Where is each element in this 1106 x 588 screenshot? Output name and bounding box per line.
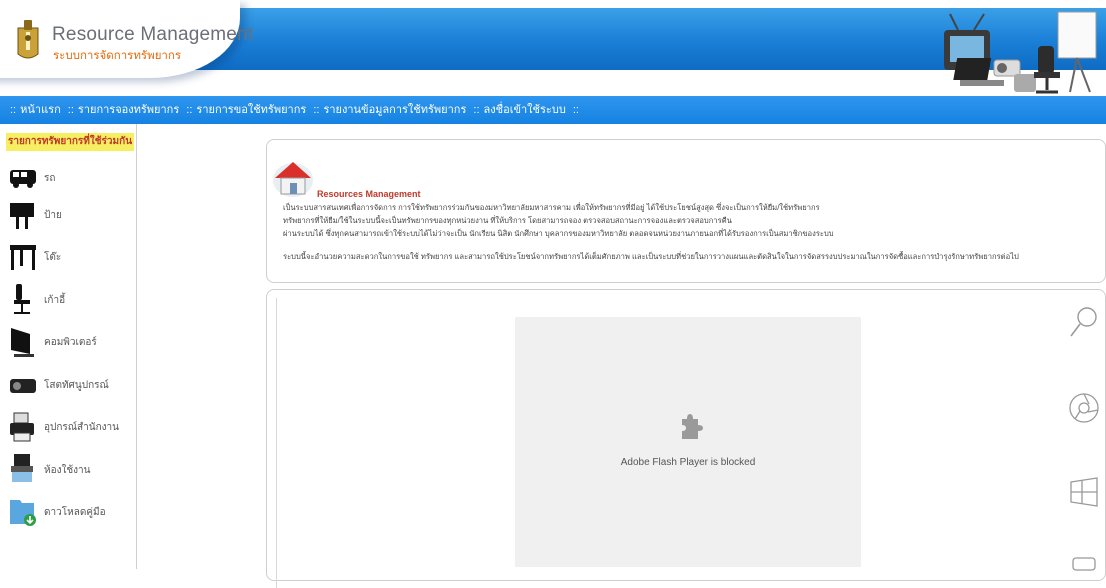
windows-logo-icon <box>1070 477 1098 507</box>
nav-separator: :: <box>313 104 320 116</box>
flash-plugin-placeholder[interactable]: Adobe Flash Player is blocked <box>515 317 861 567</box>
resource-sidebar: รายการทรัพยากรที่ใช้ร่วมกัน รถ ป้าย โต๊ะ <box>0 124 137 569</box>
intro-line: เป็นระบบสารสนเทศเพื่อการจัดการ การใช้ทรั… <box>283 203 820 212</box>
equipment-illustration <box>944 11 1097 94</box>
sidebar-item-computer[interactable]: คอมพิวเตอร์ <box>8 324 132 362</box>
sidebar-item-table[interactable]: โต๊ะ <box>8 239 132 277</box>
sidebar-item-label: ห้องใช้งาน <box>44 465 91 476</box>
nav-separator: :: <box>10 104 17 116</box>
download-folder-icon <box>10 500 36 526</box>
page-header: Resource Management ระบบการจัดการทรัพยาก… <box>0 0 1106 94</box>
sidebar-item-label: โต๊ะ <box>44 252 62 263</box>
nav-separator: :: <box>67 104 74 116</box>
sidebar-item-office-equipment[interactable]: อุปกรณ์สำนักงาน <box>8 409 132 447</box>
sidebar-item-label: โสตทัศนูปกรณ์ <box>44 380 109 391</box>
computer-icon <box>11 328 34 357</box>
sidebar-item-label: อุปกรณ์สำนักงาน <box>44 422 119 433</box>
magnifier-icon <box>1070 307 1097 337</box>
sidebar-item-room[interactable]: ห้องใช้งาน <box>8 452 132 490</box>
nav-separator: :: <box>572 104 579 116</box>
sidebar-item-label: ดาวโหลดคู่มือ <box>44 507 106 518</box>
sidebar-item-label: เก้าอี้ <box>44 295 66 306</box>
sidebar-item-chair[interactable]: เก้าอี้ <box>8 282 132 320</box>
chrome-logo-icon <box>1069 393 1099 423</box>
projector-icon <box>10 379 36 393</box>
university-logo <box>17 20 39 59</box>
sidebar-item-label: คอมพิวเตอร์ <box>44 337 97 348</box>
intro-line: ระบบนี้จะอำนวยความสะดวกในการขอใช้ ทรัพยา… <box>283 252 1019 261</box>
main-nav: :: หน้าแรก :: รายการจองทรัพยากร :: รายการขอ… <box>0 96 1106 124</box>
sidebar-item-label: ป้าย <box>44 210 62 221</box>
intro-title: Resources Management <box>317 189 421 199</box>
nav-separator: :: <box>473 104 480 116</box>
app-title: Resource Management <box>52 24 254 45</box>
van-icon <box>10 170 36 188</box>
table-icon <box>10 245 36 270</box>
sidebar-item-signboard[interactable]: ป้าย <box>8 197 132 235</box>
storage-icon <box>1072 557 1096 571</box>
sidebar-item-download-manual[interactable]: ดาวโหลดคู่มือ <box>8 494 132 532</box>
plugin-puzzle-icon <box>682 414 703 439</box>
nav-booking-list[interactable]: รายการจองทรัพยากร <box>78 104 179 116</box>
app-subtitle: ระบบการจัดการทรัพยากร <box>53 50 182 62</box>
intro-line: ผ่านระบบได้ ซึ่งทุกคนสามารถเข้าใช้ระบบได… <box>283 229 834 238</box>
nav-login[interactable]: ลงชื่อเข้าใช้ระบบ <box>484 104 566 116</box>
printer-icon <box>10 412 34 442</box>
sidebar-item-av-equipment[interactable]: โสตทัศนูปกรณ์ <box>8 367 132 405</box>
room-icon <box>11 454 33 482</box>
flash-blocked-message: Adobe Flash Player is blocked <box>620 457 756 468</box>
nav-home[interactable]: หน้าแรก <box>20 104 61 116</box>
nav-request-list[interactable]: รายการขอใช้ทรัพยากร <box>196 104 306 116</box>
house-icon <box>273 162 313 197</box>
chair-icon <box>14 284 30 314</box>
panel-divider <box>276 298 277 588</box>
flash-panel: Adobe Flash Player is blocked <box>266 289 1106 588</box>
sidebar-item-vehicle[interactable]: รถ <box>8 160 132 198</box>
sidebar-item-label: รถ <box>44 173 56 184</box>
nav-separator: :: <box>186 104 193 116</box>
intro-panel: Resources Management เป็นระบบสารสนเทศเพื… <box>266 139 1106 283</box>
nav-usage-report[interactable]: รายงานข้อมูลการใช้ทรัพยากร <box>323 104 466 116</box>
intro-line: ทรัพยากรที่ให้ยืม/ใช้ในระบบนี้จะเป็นทรัพ… <box>283 216 732 225</box>
sidebar-heading: รายการทรัพยากรที่ใช้ร่วมกัน <box>6 133 134 151</box>
signboard-icon <box>10 203 34 229</box>
